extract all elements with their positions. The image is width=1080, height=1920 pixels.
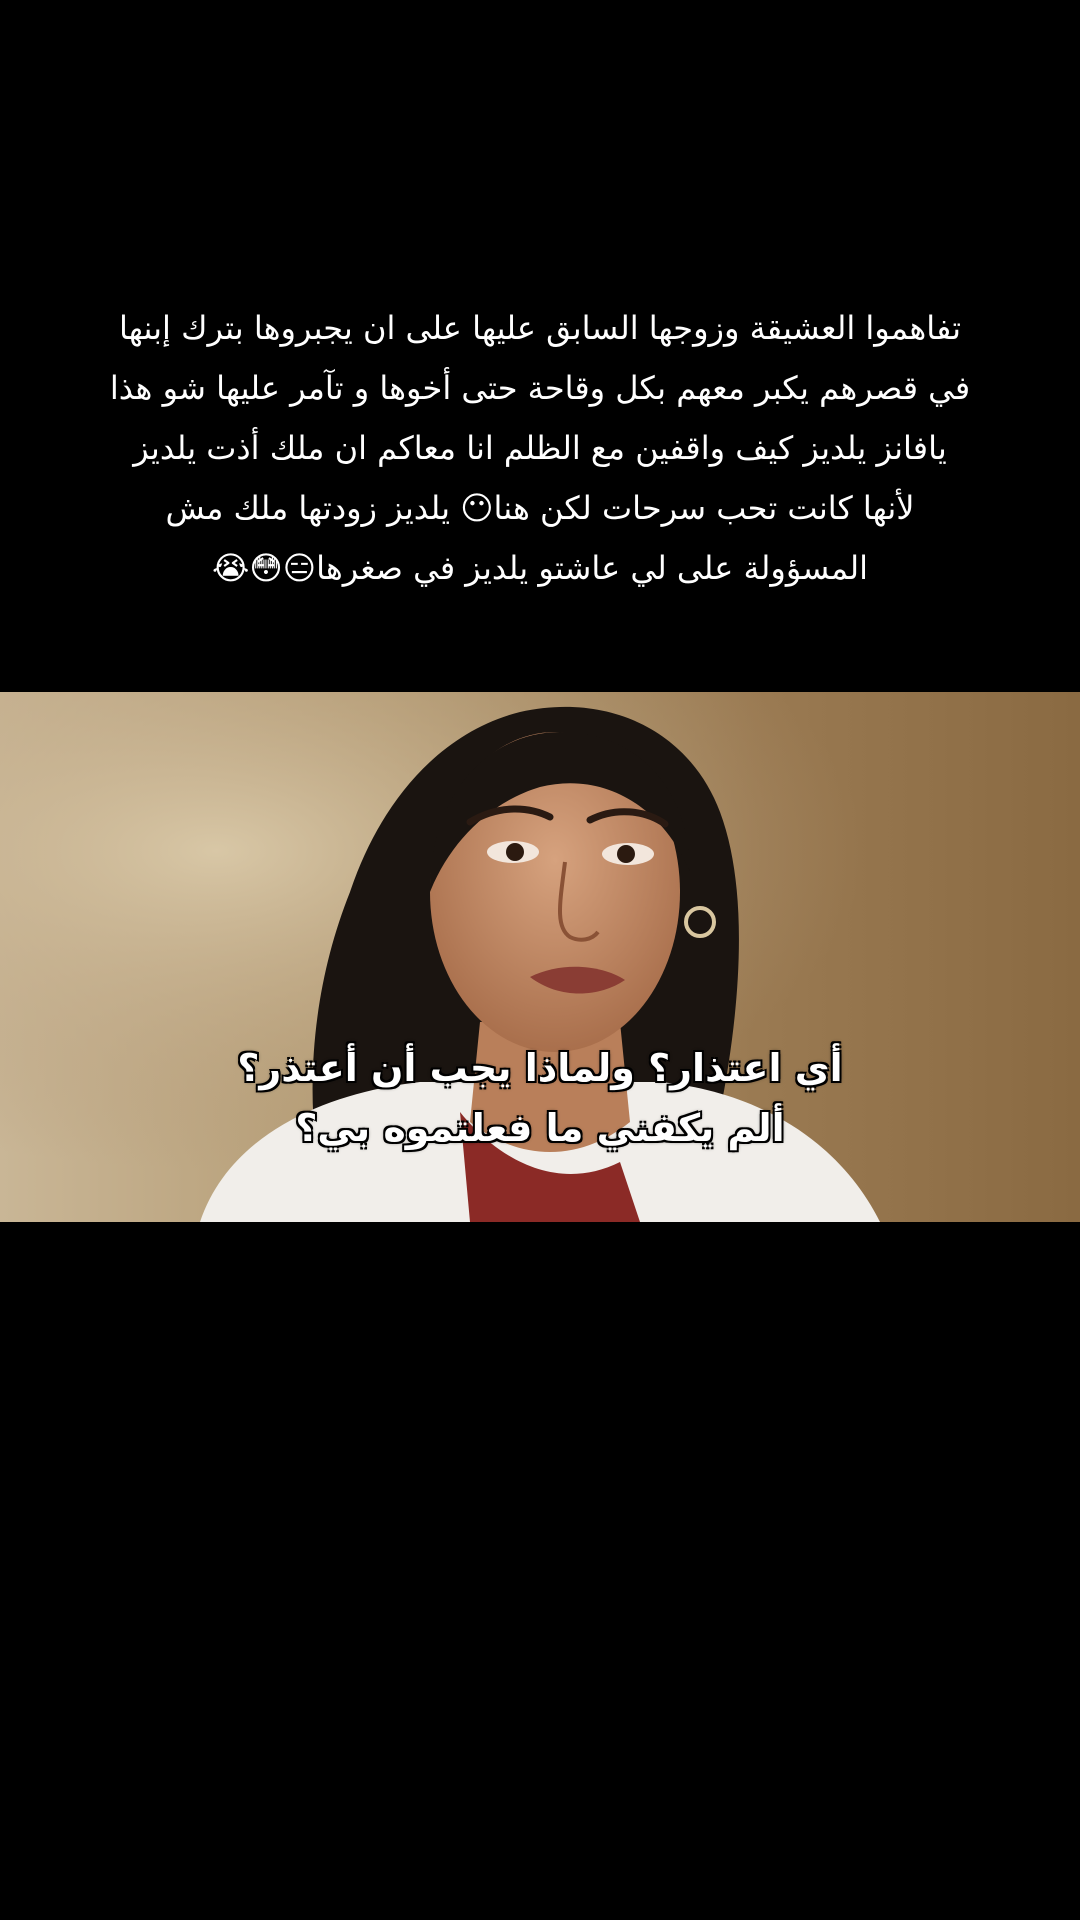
caption-line-3: يافانز يلديز كيف واقفين مع الظلم انا معا… — [133, 429, 947, 467]
subtitle-line-2: ألم يكفني ما فعلتموه بي؟ — [295, 1106, 785, 1150]
video-frame[interactable]: أي اعتذار؟ ولماذا يجب أن أعتذر؟ ألم يكفن… — [0, 692, 1080, 1222]
post-caption: تفاهموا العشيقة وزوجها السابق عليها على … — [0, 298, 1080, 598]
subtitle-line-1: أي اعتذار؟ ولماذا يجب أن أعتذر؟ — [237, 1046, 843, 1090]
video-subtitles: أي اعتذار؟ ولماذا يجب أن أعتذر؟ ألم يكفن… — [0, 1038, 1080, 1158]
caption-line-4: لأنها كانت تحب سرحات لكن هنا😶 يلديز زودت… — [165, 489, 915, 527]
empty-black-area — [0, 1222, 1080, 1920]
caption-line-1: تفاهموا العشيقة وزوجها السابق عليها على … — [118, 309, 962, 347]
caption-line-5: المسؤولة على لي عاشتو يلديز في صغرها😑😳😭 — [211, 549, 869, 587]
caption-line-2: في قصرهم يكبر معهم بكل وقاحة حتى أخوها و… — [109, 369, 971, 407]
